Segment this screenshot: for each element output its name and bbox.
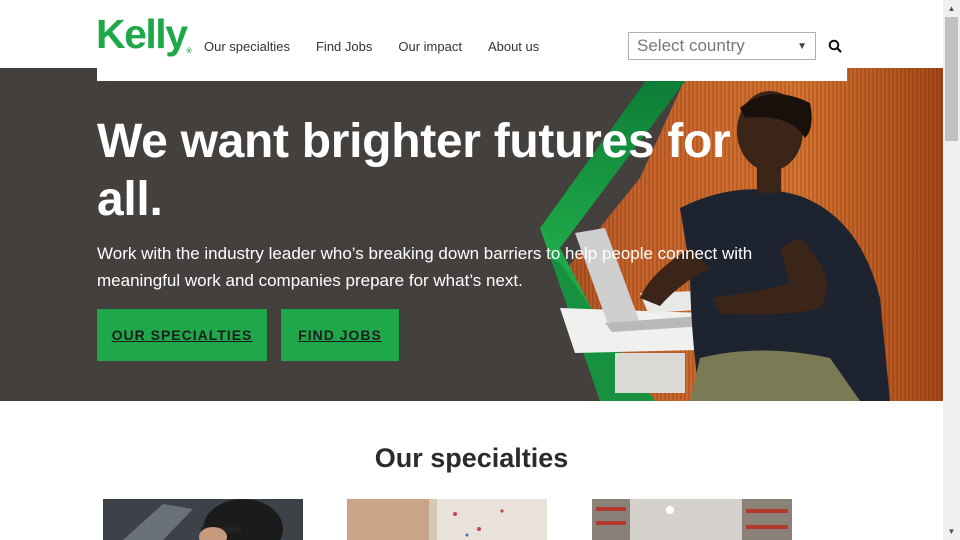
chevron-down-icon: ▼ [797,40,807,52]
logo-registered-mark: ® [186,48,192,55]
scroll-thumb[interactable] [945,17,958,141]
nav-our-specialties[interactable]: Our specialties [204,39,290,54]
find-jobs-button[interactable]: FIND JOBS [281,309,399,361]
country-select-value: Select country [637,36,745,55]
hero-title-line1: We want brighter futures for [97,115,731,168]
specialty-card-3[interactable] [592,499,792,540]
search-icon [828,39,842,53]
our-specialties-button[interactable]: OUR SPECIALTIES [97,309,267,361]
main-nav: Our specialties Find Jobs Our impact Abo… [204,39,565,54]
specialty-card-2[interactable] [347,499,547,540]
site-header: Kelly® Our specialties Find Jobs Our imp… [0,0,943,68]
search-button[interactable] [826,37,844,55]
nav-our-impact[interactable]: Our impact [398,39,462,54]
nav-find-jobs[interactable]: Find Jobs [316,39,372,54]
scroll-up-arrow-icon[interactable]: ▲ [943,0,960,17]
specialty-card-image [592,499,792,540]
nav-about-us[interactable]: About us [488,39,539,54]
specialties-heading: Our specialties [374,443,569,473]
specialty-card-image [103,499,303,540]
specialty-card-1[interactable] [103,499,303,540]
scroll-down-arrow-icon[interactable]: ▼ [943,523,960,540]
hero-title-line2: all. [97,172,163,226]
hero-banner: We want brighter futures for all. Work w… [0,68,943,401]
hero-subtitle: Work with the industry leader who’s brea… [97,244,753,290]
logo-text: Kelly [96,11,188,57]
hero-title: We want brighter futures for all. [97,113,797,228]
kelly-logo[interactable]: Kelly® [96,11,192,57]
country-select[interactable]: Select country ▼ [628,32,816,60]
specialty-card-image [347,499,547,540]
hero-top-strip [97,68,847,81]
vertical-scrollbar[interactable]: ▲ ▼ [943,0,960,540]
